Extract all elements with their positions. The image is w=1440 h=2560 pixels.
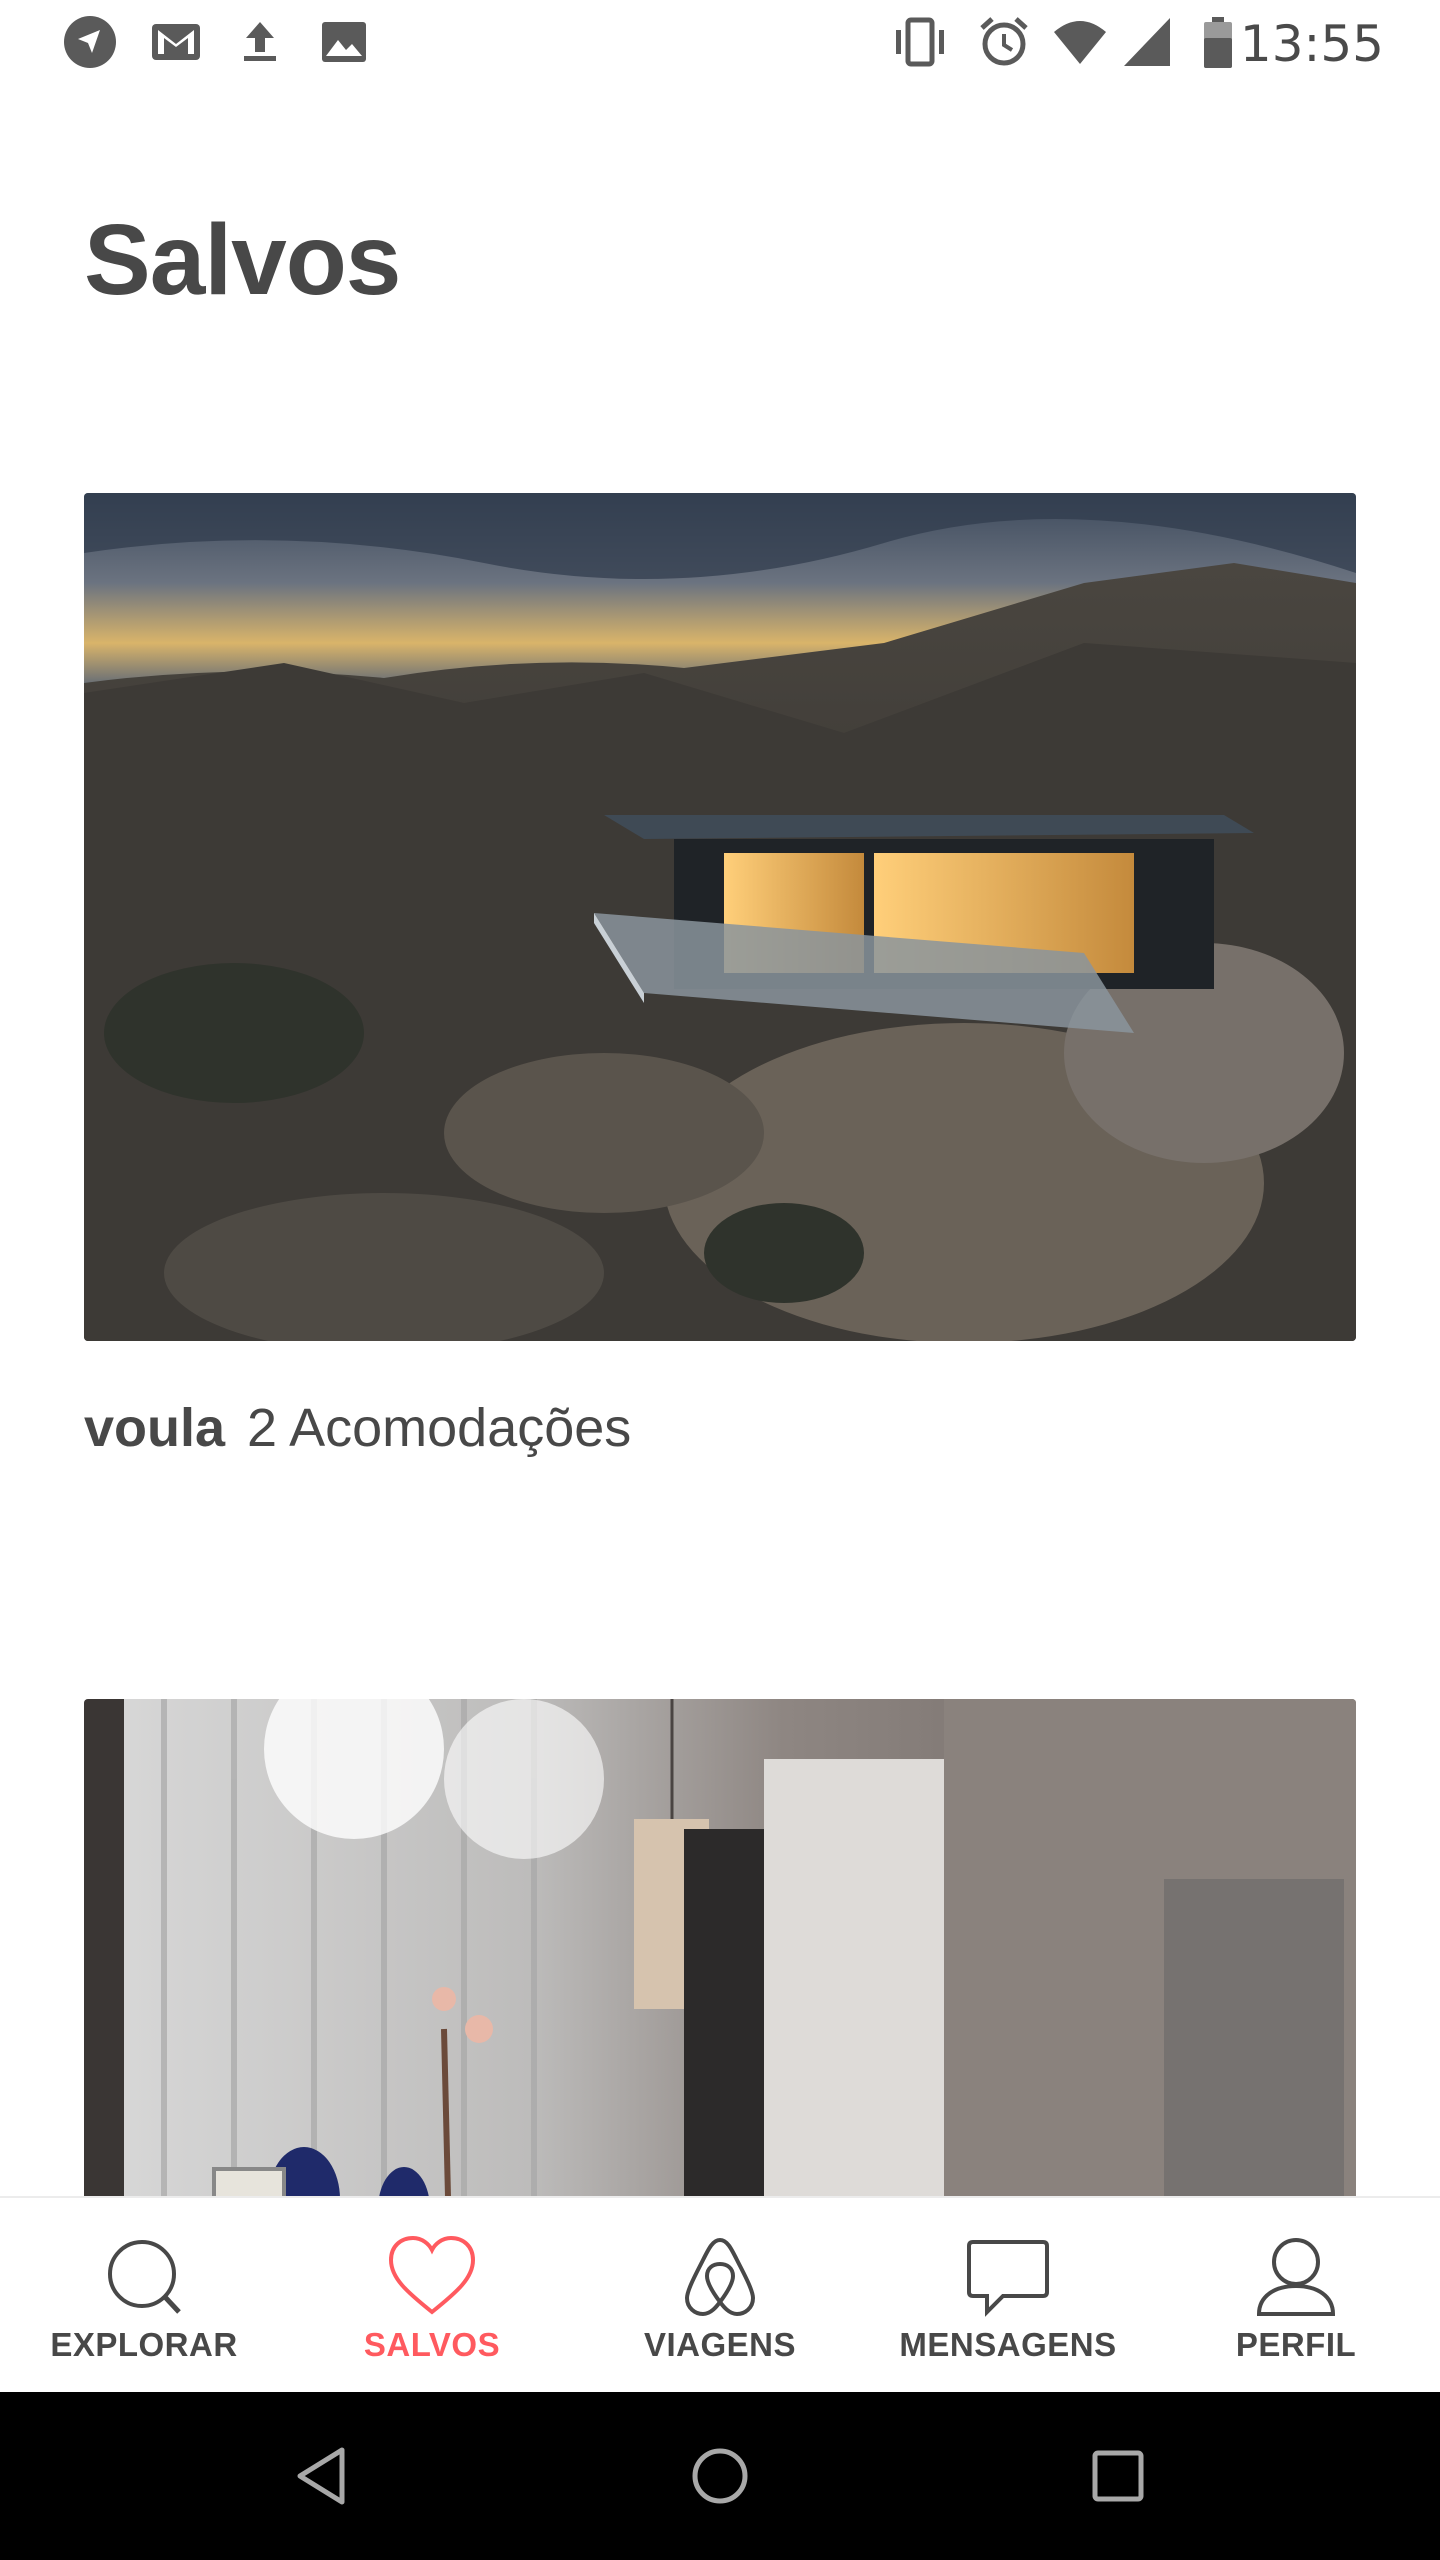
nav-tab-mensagens[interactable]: MENSAGENS [864,2198,1152,2394]
nav-label: EXPLORAR [50,2326,238,2363]
heart-icon [388,2235,476,2315]
vibrate-icon [896,17,944,67]
recents-icon[interactable] [1078,2436,1158,2516]
navigation-icon [64,16,116,68]
alarm-icon [980,17,1028,66]
airbnb-logo-icon [684,2237,756,2317]
profile-icon [1256,2238,1336,2316]
desert-house-photo[interactable] [84,493,1356,1341]
upload-icon [244,22,276,61]
back-icon[interactable] [282,2436,362,2516]
gmail-icon [152,24,200,60]
nav-label: SALVOS [363,2326,501,2363]
nav-label: MENSAGENS [899,2326,1117,2363]
bottom-navigation: EXPLORAR SALVOS VIAGENS MENSAGENS PERFIL [0,2196,1440,2394]
wishlist-name: voula [84,1398,226,1458]
nav-tab-perfil[interactable]: PERFIL [1152,2198,1440,2394]
nav-tab-explorar[interactable]: EXPLORAR [0,2198,288,2394]
image-icon [322,22,366,62]
nav-tab-viagens[interactable]: VIAGENS [576,2198,864,2394]
home-icon[interactable] [680,2436,760,2516]
wishlist-card[interactable]: voula 2 Acomodações [84,493,1356,1460]
nav-label: PERFIL [1235,2326,1357,2363]
wishlist-meta: voula 2 Acomodações [84,1396,1356,1460]
nav-tab-salvos[interactable]: SALVOS [288,2198,576,2394]
status-bar: 13:55 [0,0,1440,90]
battery-icon [1204,17,1232,68]
message-icon [967,2240,1049,2317]
search-icon [108,2240,181,2314]
clock-text: 13:55 [1239,15,1384,73]
system-navigation-bar [0,2392,1440,2560]
page-title: Salvos [84,204,401,316]
wifi-icon [1054,21,1106,64]
wishlist-count: 2 Acomodações [247,1398,632,1458]
signal-icon [1124,18,1170,66]
nav-label: VIAGENS [643,2326,797,2363]
